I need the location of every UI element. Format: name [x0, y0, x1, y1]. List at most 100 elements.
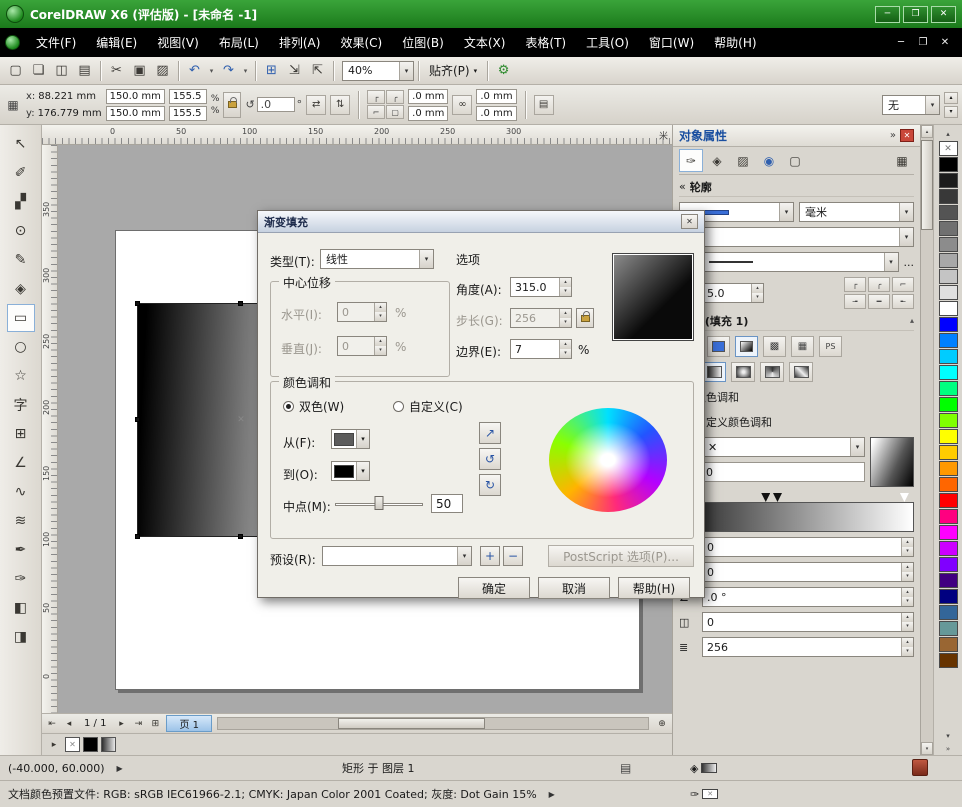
two-color-radio[interactable]: [283, 401, 294, 412]
gradient-stop-marker[interactable]: [773, 493, 782, 502]
palette-swatch[interactable]: [939, 509, 958, 524]
corner-relative-button[interactable]: ▢: [386, 105, 404, 119]
document-color-swatch[interactable]: [83, 737, 98, 752]
corner-chamfer-button[interactable]: ⌐: [367, 105, 385, 119]
palette-swatch[interactable]: [939, 429, 958, 444]
paste-button[interactable]: ▨: [151, 60, 174, 82]
menu-item[interactable]: 布局(L): [209, 28, 269, 57]
gradient-ramp[interactable]: [679, 502, 914, 532]
palette-swatch[interactable]: [939, 237, 958, 252]
horizontal-scrollbar[interactable]: [217, 717, 649, 730]
palette-swatch[interactable]: [939, 573, 958, 588]
statusbar-flyout-button[interactable]: ▶: [117, 764, 123, 773]
collapse-section-icon[interactable]: «: [679, 180, 686, 193]
tab-fill[interactable]: ◈: [705, 149, 729, 172]
chain-link-button[interactable]: ∞: [452, 95, 472, 115]
presets-select[interactable]: ▾: [322, 546, 472, 566]
fill-status[interactable]: ◈: [690, 762, 717, 775]
spinner-buttons[interactable]: ▴▾: [559, 340, 571, 358]
corner-bevel-button[interactable]: ⌐: [892, 277, 914, 292]
zoom-tool[interactable]: ⊙: [7, 217, 35, 245]
palette-swatch[interactable]: [939, 621, 958, 636]
help-button[interactable]: 帮助(H): [618, 577, 690, 599]
gradient-linear-button[interactable]: [702, 362, 726, 382]
restore-button[interactable]: ❐: [903, 6, 928, 23]
palette-swatch[interactable]: [939, 269, 958, 284]
doc-restore-button[interactable]: ❐: [915, 37, 931, 48]
vertical-ruler[interactable]: 350300250200150100500: [42, 145, 58, 713]
cap-extend-button[interactable]: ╾: [892, 294, 914, 309]
menu-item[interactable]: 视图(V): [147, 28, 209, 57]
redo-button[interactable]: ↷: [217, 60, 240, 82]
palette-swatch[interactable]: [939, 317, 958, 332]
x-offset-field[interactable]: 0 ▴▾: [702, 537, 914, 557]
dialog-titlebar[interactable]: 渐变填充 ✕: [258, 211, 704, 233]
add-preset-button[interactable]: +: [480, 546, 500, 566]
minimize-button[interactable]: ─: [875, 6, 900, 23]
menu-item[interactable]: 编辑(E): [86, 28, 147, 57]
outline-unit-select[interactable]: 毫米 ▾: [799, 202, 914, 222]
spinner-buttons[interactable]: ▴▾: [901, 613, 913, 631]
angle-field[interactable]: 315.0 ▴▾: [510, 277, 572, 297]
menu-item[interactable]: 位图(B): [392, 28, 454, 57]
propbar-scroll-up[interactable]: ▴: [944, 92, 958, 104]
gradient-radial-button[interactable]: [731, 362, 755, 382]
y-position-field[interactable]: 176.779 mm: [38, 108, 102, 119]
open-button[interactable]: ❏: [27, 60, 50, 82]
palette-swatch[interactable]: [939, 301, 958, 316]
outline-style-select[interactable]: ✕ ▾: [679, 227, 914, 247]
stop-color-select[interactable]: ✕ ▾: [702, 437, 865, 457]
doc-minimize-button[interactable]: ─: [893, 37, 909, 48]
to-color-select[interactable]: ▾: [331, 461, 370, 481]
corner-round-button[interactable]: ┌: [367, 90, 385, 104]
doc-close-button[interactable]: ✕: [937, 37, 953, 48]
dialog-close-button[interactable]: ✕: [681, 214, 698, 229]
scale-v-field[interactable]: 155.5: [169, 106, 207, 121]
connector-tool[interactable]: ∿: [7, 478, 35, 506]
text-wrap-button[interactable]: ▤: [534, 95, 554, 115]
fill-postscript-button[interactable]: PS: [819, 336, 842, 357]
text-tool[interactable]: 字: [7, 391, 35, 419]
lock-ratio-button[interactable]: [223, 92, 241, 118]
gradient-stop-marker[interactable]: [761, 493, 770, 502]
gradient-steps-field[interactable]: 256 ▴▾: [702, 637, 914, 657]
fill-gradient-button[interactable]: [735, 336, 758, 357]
menu-item[interactable]: 工具(O): [576, 28, 639, 57]
smart-fill-tool[interactable]: ◈: [7, 275, 35, 303]
shape-tool[interactable]: ✐: [7, 159, 35, 187]
pick-tool[interactable]: ↖: [7, 130, 35, 158]
zoom-level-select[interactable]: 40% ▾: [342, 61, 414, 81]
no-color-swatch[interactable]: ✕: [65, 737, 80, 752]
palette-swatch[interactable]: [939, 285, 958, 300]
spinner-buttons[interactable]: ▴▾: [901, 638, 913, 656]
document-gradient-swatch[interactable]: [101, 737, 116, 752]
prev-page-button[interactable]: ◂: [61, 716, 77, 732]
palette-swatch[interactable]: [939, 205, 958, 220]
gradient-square-button[interactable]: [789, 362, 813, 382]
palette-swatch[interactable]: [939, 349, 958, 364]
palette-swatch[interactable]: [939, 525, 958, 540]
gradient-type-select[interactable]: 线性 ▾: [320, 249, 434, 269]
outline-pen-tool[interactable]: ✑: [7, 565, 35, 593]
scroll-up-button[interactable]: ▴: [921, 125, 933, 138]
cancel-button[interactable]: 取消: [538, 577, 610, 599]
rotation-angle-field[interactable]: .0: [257, 97, 295, 112]
tab-frame[interactable]: ▢: [783, 149, 807, 172]
options-button[interactable]: ⚙: [492, 60, 515, 82]
first-page-button[interactable]: ⇤: [44, 716, 60, 732]
stop-position-field[interactable]: 0: [702, 462, 865, 482]
dimension-tool[interactable]: ∠: [7, 449, 35, 477]
corner-radius-2-field[interactable]: .0 mm: [476, 89, 516, 104]
horizontal-ruler[interactable]: 050100150200250300 米: [42, 125, 672, 145]
export-button[interactable]: ⇱: [306, 60, 329, 82]
midpoint-slider[interactable]: [335, 494, 423, 514]
palette-swatch[interactable]: [939, 221, 958, 236]
cap-butt-button[interactable]: ╼: [844, 294, 866, 309]
collapse-fill-icon[interactable]: ▴: [910, 316, 914, 325]
undo-dropdown[interactable]: ▾: [206, 60, 217, 82]
palette-swatch[interactable]: [939, 189, 958, 204]
scrollbar-track[interactable]: [921, 138, 933, 742]
palette-swatch[interactable]: [939, 445, 958, 460]
last-page-button[interactable]: ⇥: [130, 716, 146, 732]
scrollbar-thumb[interactable]: [338, 718, 484, 729]
